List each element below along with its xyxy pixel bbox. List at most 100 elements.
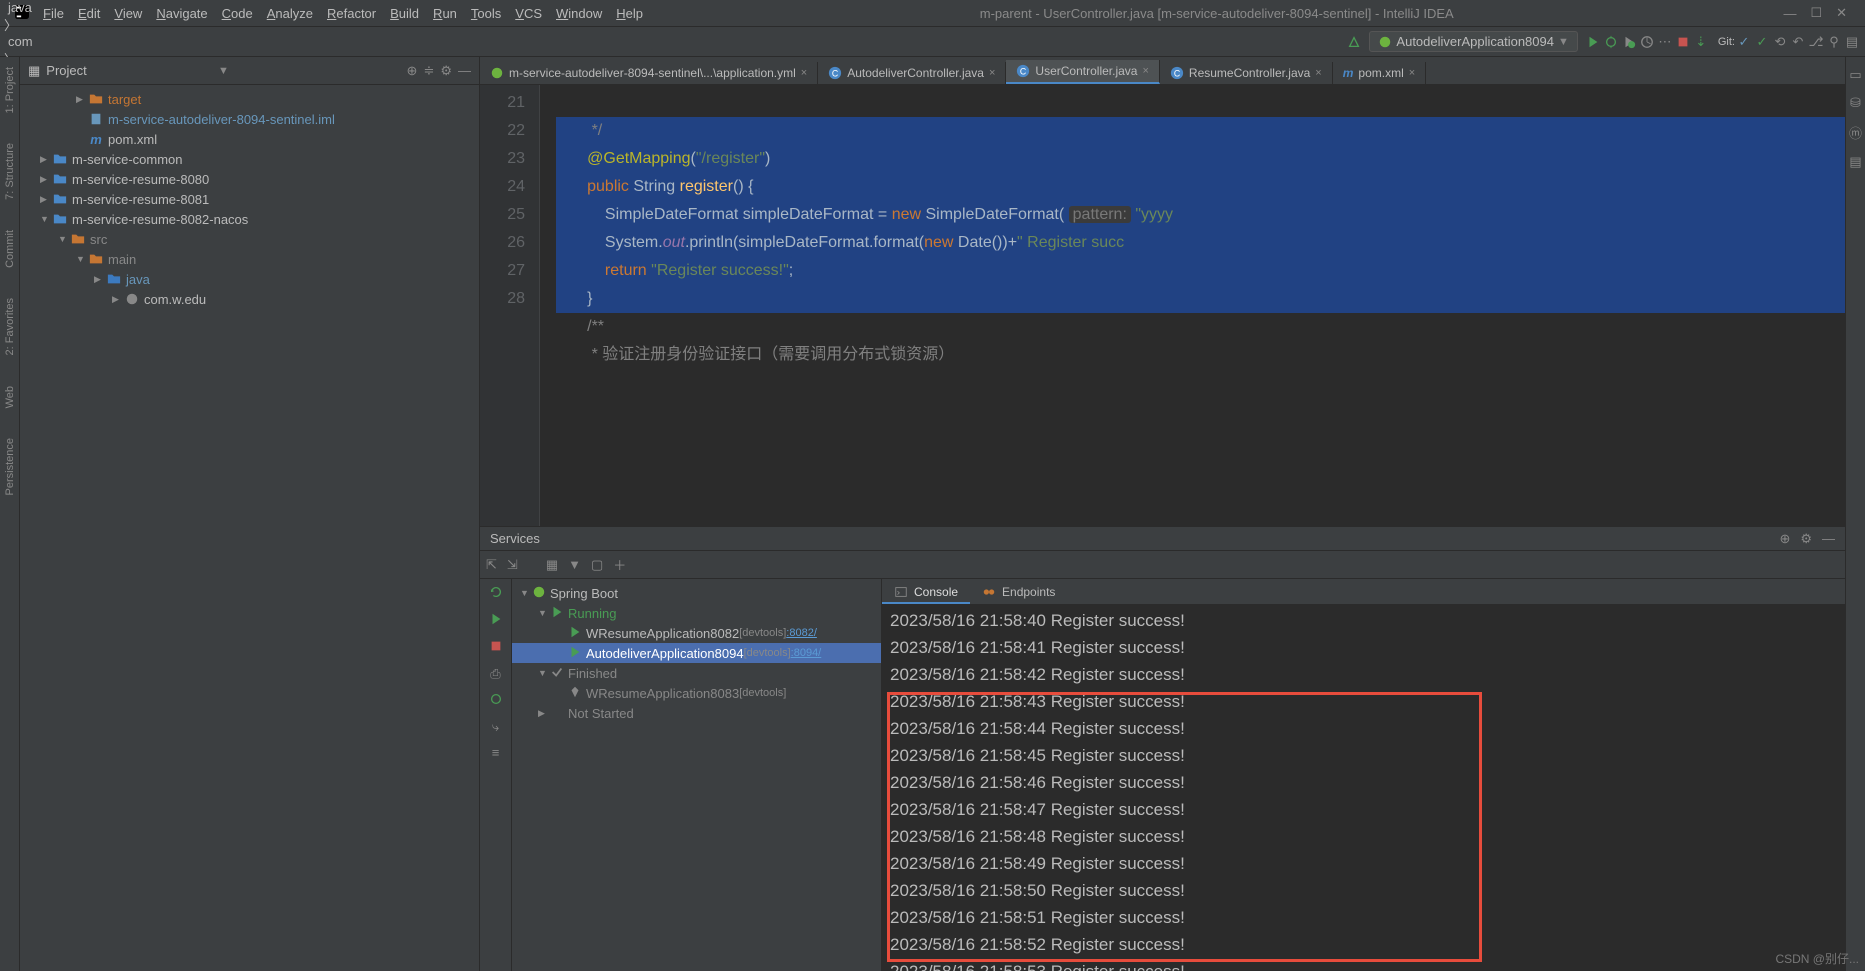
menu-refactor[interactable]: Refactor bbox=[320, 6, 383, 21]
services-gear-icon[interactable]: ⚙ bbox=[1800, 531, 1812, 547]
menu-build[interactable]: Build bbox=[383, 6, 426, 21]
web-tool-button[interactable]: Web bbox=[4, 386, 16, 408]
gear-icon[interactable]: ⚙ bbox=[440, 63, 452, 79]
select-opened-icon[interactable]: ⊕ bbox=[407, 63, 418, 79]
tb-filter-icon[interactable]: ▼ bbox=[568, 557, 581, 572]
editor-gutter: 2122232425262728 bbox=[480, 85, 540, 526]
services-tree-item[interactable]: ▼Finished bbox=[512, 663, 881, 683]
editor-tab[interactable]: CAutodeliverController.java× bbox=[818, 62, 1006, 84]
services-panel: Services ⊕ ⚙ — ⇱ ⇲ ▦ ▼ ▢ ＋ ⎙ bbox=[480, 526, 1845, 971]
breadcrumb-item[interactable]: com bbox=[4, 34, 219, 49]
tree-node[interactable]: ▶java bbox=[20, 269, 479, 289]
breadcrumb-item[interactable]: java bbox=[4, 0, 219, 15]
ant-icon[interactable]: ▤ bbox=[1849, 154, 1861, 170]
hide-icon[interactable]: — bbox=[458, 63, 471, 78]
project-tool-button[interactable]: 1: Project bbox=[4, 67, 16, 113]
code-line: @GetMapping bbox=[587, 150, 690, 167]
project-tree[interactable]: ▶targetm-service-autodeliver-8094-sentin… bbox=[20, 85, 479, 971]
console-line: 2023/58/16 21:58:43 Register success! bbox=[890, 688, 1837, 715]
code-area[interactable]: */ @GetMapping("/register") public Strin… bbox=[540, 85, 1845, 526]
editor-tab[interactable]: CResumeController.java× bbox=[1160, 62, 1333, 84]
menu-help[interactable]: Help bbox=[609, 6, 650, 21]
svc-rerun-icon[interactable] bbox=[489, 585, 503, 602]
menu-tools[interactable]: Tools bbox=[464, 6, 508, 21]
profile-icon[interactable] bbox=[1638, 33, 1656, 51]
services-tree-item[interactable]: WResumeApplication8083 [devtools] bbox=[512, 683, 881, 703]
tree-node[interactable]: ▶m-service-common bbox=[20, 149, 479, 169]
console-output[interactable]: 2023/58/16 21:58:40 Register success!202… bbox=[882, 605, 1845, 971]
menu-window[interactable]: Window bbox=[549, 6, 609, 21]
close-icon[interactable]: ✕ bbox=[1836, 5, 1847, 21]
tb-layout-icon[interactable]: ▢ bbox=[591, 557, 603, 573]
services-tree-item[interactable]: ▼Spring Boot bbox=[512, 583, 881, 603]
maven-icon[interactable]: ⓜ bbox=[1849, 123, 1862, 142]
svc-exit-icon[interactable]: ⤷ bbox=[492, 719, 499, 735]
coverage-icon[interactable] bbox=[1620, 33, 1638, 51]
git-branch-icon[interactable]: ⎇ bbox=[1807, 33, 1825, 51]
services-toolbar: ⇱ ⇲ ▦ ▼ ▢ ＋ bbox=[480, 551, 1845, 579]
services-expand-icon[interactable]: ⊕ bbox=[1779, 531, 1790, 547]
git-label: Git: bbox=[1718, 36, 1735, 48]
menu-vcs[interactable]: VCS bbox=[508, 6, 549, 21]
tree-node[interactable]: ▶m-service-resume-8080 bbox=[20, 169, 479, 189]
svc-stop-icon[interactable] bbox=[489, 639, 503, 656]
persistence-tool-button[interactable]: Persistence bbox=[4, 438, 16, 495]
favorites-tool-button[interactable]: 2: Favorites bbox=[4, 298, 16, 355]
tree-node[interactable]: ▶com.w.edu bbox=[20, 289, 479, 309]
editor-tab[interactable]: m-service-autodeliver-8094-sentinel\...\… bbox=[480, 62, 818, 84]
git-update-icon[interactable]: ⇣ bbox=[1692, 33, 1710, 51]
attach-icon[interactable]: ⋯ bbox=[1656, 33, 1674, 51]
commit-tool-button[interactable]: Commit bbox=[4, 230, 16, 268]
svc-debug-icon[interactable] bbox=[489, 692, 503, 709]
menubar: FileEditViewNavigateCodeAnalyzeRefactorB… bbox=[0, 0, 1865, 27]
svc-more-icon[interactable]: ≡ bbox=[492, 745, 500, 760]
debug-icon[interactable] bbox=[1602, 33, 1620, 51]
endpoints-tab[interactable]: Endpoints bbox=[970, 582, 1067, 604]
search-icon[interactable]: ⚲ bbox=[1825, 33, 1843, 51]
services-tree-item[interactable]: ▶Not Started bbox=[512, 703, 881, 723]
minimize-icon[interactable]: — bbox=[1783, 6, 1796, 21]
editor-tab[interactable]: CUserController.java× bbox=[1006, 60, 1159, 84]
maximize-icon[interactable]: ☐ bbox=[1810, 5, 1822, 21]
services-tree[interactable]: ▼Spring Boot▼RunningWResumeApplication80… bbox=[512, 579, 882, 971]
expand-icon[interactable]: ≑ bbox=[423, 63, 434, 79]
run-icon[interactable] bbox=[1584, 33, 1602, 51]
tree-node[interactable]: ▶m-service-resume-8081 bbox=[20, 189, 479, 209]
structure-tool-button[interactable]: 7: Structure bbox=[4, 143, 16, 200]
services-hide-icon[interactable]: — bbox=[1822, 531, 1835, 546]
tree-node[interactable]: ▼m-service-resume-8082-nacos bbox=[20, 209, 479, 229]
code-line: /** bbox=[556, 318, 604, 335]
tree-node[interactable]: ▶target bbox=[20, 89, 479, 109]
tb-add-icon[interactable]: ＋ bbox=[613, 555, 626, 574]
console-tab[interactable]: Console bbox=[882, 582, 970, 604]
git-history-icon[interactable]: ⟲ bbox=[1771, 33, 1789, 51]
tree-node[interactable]: ▼src bbox=[20, 229, 479, 249]
database-icon[interactable]: ⛁ bbox=[1850, 95, 1861, 111]
git-commit-icon[interactable]: ✓ bbox=[1735, 33, 1753, 51]
build-icon[interactable] bbox=[1345, 33, 1363, 51]
settings-icon[interactable]: ▤ bbox=[1843, 33, 1861, 51]
svc-run-icon[interactable] bbox=[489, 612, 503, 629]
menu-code[interactable]: Code bbox=[215, 6, 260, 21]
services-tree-item[interactable]: AutodeliverApplication8094 [devtools] :8… bbox=[512, 643, 881, 663]
console-line: 2023/58/16 21:58:49 Register success! bbox=[890, 850, 1837, 877]
console-line: 2023/58/16 21:58:53 Register success! bbox=[890, 958, 1837, 971]
tree-node[interactable]: mpom.xml bbox=[20, 129, 479, 149]
services-tree-item[interactable]: ▼Running bbox=[512, 603, 881, 623]
menu-analyze[interactable]: Analyze bbox=[260, 6, 320, 21]
git-push-icon[interactable]: ✓ bbox=[1753, 33, 1771, 51]
editor-tab[interactable]: mpom.xml× bbox=[1333, 62, 1426, 84]
stop-icon[interactable] bbox=[1674, 33, 1692, 51]
services-tree-item[interactable]: WResumeApplication8082 [devtools] :8082/ bbox=[512, 623, 881, 643]
tb-collapse-all-icon[interactable]: ⇲ bbox=[507, 557, 518, 573]
tree-node[interactable]: m-service-autodeliver-8094-sentinel.iml bbox=[20, 109, 479, 129]
git-revert-icon[interactable]: ↶ bbox=[1789, 33, 1807, 51]
run-config-selector[interactable]: AutodeliverApplication8094 ▼ bbox=[1369, 31, 1577, 52]
tree-node[interactable]: ▼main bbox=[20, 249, 479, 269]
code-editor[interactable]: 2122232425262728 */ @GetMapping("/regist… bbox=[480, 85, 1845, 526]
menu-run[interactable]: Run bbox=[426, 6, 464, 21]
tb-expand-all-icon[interactable]: ⇱ bbox=[486, 557, 497, 573]
svc-camera-icon[interactable]: ⎙ bbox=[490, 666, 500, 682]
tb-group-icon[interactable]: ▦ bbox=[546, 557, 558, 573]
notifications-icon[interactable]: ▭ bbox=[1849, 67, 1861, 83]
